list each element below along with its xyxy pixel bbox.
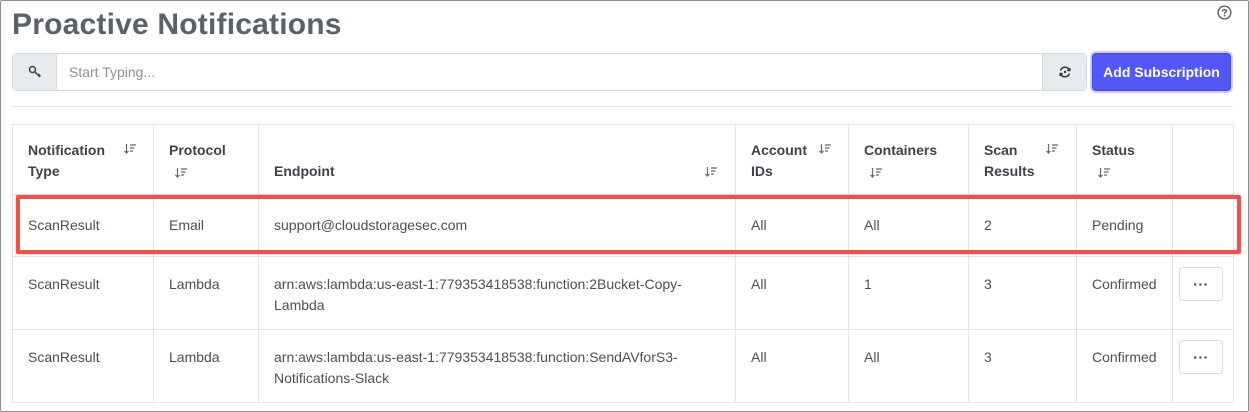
table-row: ScanResult Email support@cloudstoragesec…	[12, 194, 1234, 257]
cell-account-ids: All	[735, 194, 849, 257]
question-circle-icon[interactable]	[1217, 5, 1232, 20]
refresh-button[interactable]	[1042, 54, 1086, 90]
cell-actions: ···	[1172, 329, 1234, 403]
ellipsis-icon: ···	[1193, 275, 1209, 292]
column-header-label: Notification Type	[28, 142, 105, 179]
table-header-row: Notification Type Protocol Endpoint Acco…	[12, 124, 1234, 195]
table-row: ScanResult Lambda arn:aws:lambda:us-east…	[12, 256, 1234, 330]
sort-icon[interactable]	[870, 167, 883, 178]
cell-protocol: Email	[153, 194, 259, 257]
cell-status: Confirmed	[1076, 329, 1173, 403]
cell-status: Pending	[1076, 194, 1173, 257]
cell-type: ScanResult	[12, 194, 154, 257]
row-actions-button[interactable]: ···	[1179, 340, 1223, 374]
cell-type: ScanResult	[12, 329, 154, 403]
notifications-table: Notification Type Protocol Endpoint Acco…	[12, 124, 1234, 403]
cell-scan-results: 2	[968, 194, 1077, 257]
cell-status: Confirmed	[1076, 256, 1173, 330]
cell-type: ScanResult	[12, 256, 154, 330]
column-header-label: Status	[1092, 142, 1135, 158]
search-prefix	[13, 54, 57, 90]
column-header-label: Scan Results	[984, 142, 1035, 179]
cell-endpoint: arn:aws:lambda:us-east-1:779353418538:fu…	[258, 329, 736, 403]
sort-icon[interactable]	[705, 166, 718, 177]
search-input[interactable]	[57, 54, 1042, 90]
cell-actions: ···	[1172, 256, 1234, 330]
add-subscription-button[interactable]: Add Subscription	[1092, 53, 1231, 91]
sort-icon[interactable]	[124, 143, 137, 154]
key-icon	[28, 65, 41, 78]
column-header-actions	[1172, 124, 1234, 195]
cell-endpoint: support@cloudstoragesec.com	[258, 194, 736, 257]
sort-icon[interactable]	[819, 143, 832, 154]
column-header-containers[interactable]: Containers	[848, 124, 969, 195]
divider	[12, 106, 1233, 107]
refresh-icon	[1058, 66, 1071, 78]
column-header-label: Account IDs	[751, 142, 807, 179]
column-header-scan-results[interactable]: Scan Results	[968, 124, 1077, 195]
column-header-status[interactable]: Status	[1076, 124, 1173, 195]
ellipsis-icon: ···	[1193, 348, 1209, 365]
column-header-account-ids[interactable]: Account IDs	[735, 124, 849, 195]
column-header-label: Protocol	[169, 142, 226, 158]
cell-endpoint: arn:aws:lambda:us-east-1:779353418538:fu…	[258, 256, 736, 330]
cell-protocol: Lambda	[153, 329, 259, 403]
sort-icon[interactable]	[175, 167, 188, 178]
cell-containers: All	[848, 329, 969, 403]
cell-account-ids: All	[735, 256, 849, 330]
column-header-endpoint[interactable]: Endpoint	[258, 124, 736, 195]
column-header-label: Endpoint	[274, 163, 335, 179]
column-header-label: Containers	[864, 142, 938, 158]
cell-actions	[1172, 194, 1234, 257]
cell-account-ids: All	[735, 329, 849, 403]
cell-containers: All	[848, 194, 969, 257]
row-actions-button[interactable]: ···	[1179, 267, 1223, 301]
cell-scan-results: 3	[968, 329, 1077, 403]
cell-containers: 1	[848, 256, 969, 330]
sort-icon[interactable]	[1098, 167, 1111, 178]
sort-icon[interactable]	[1046, 143, 1059, 154]
page-title: Proactive Notifications	[12, 8, 342, 41]
search-bar	[12, 53, 1087, 91]
column-header-notification-type[interactable]: Notification Type	[12, 124, 154, 195]
column-header-protocol[interactable]: Protocol	[153, 124, 259, 195]
cell-scan-results: 3	[968, 256, 1077, 330]
cell-protocol: Lambda	[153, 256, 259, 330]
table-row: ScanResult Lambda arn:aws:lambda:us-east…	[12, 329, 1234, 403]
